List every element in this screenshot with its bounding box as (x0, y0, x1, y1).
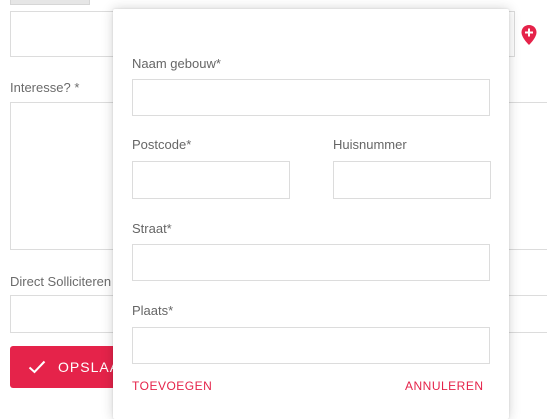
direct-input-right[interactable] (505, 295, 547, 333)
top-input[interactable] (10, 11, 120, 57)
map-marker-plus-icon[interactable] (520, 24, 538, 46)
add-button[interactable]: TOEVOEGEN (132, 379, 212, 393)
name-label: Naam gebouw* (132, 56, 221, 71)
street-label: Straat* (132, 221, 172, 236)
housenumber-input[interactable] (333, 161, 491, 199)
checkmark-icon (28, 360, 46, 374)
direct-label: Direct Solliciteren (10, 274, 112, 289)
place-input[interactable] (132, 327, 490, 364)
housenumber-label: Huisnummer (333, 137, 407, 152)
postcode-input[interactable] (132, 161, 290, 199)
street-input[interactable] (132, 244, 490, 281)
postcode-label: Postcode* (132, 137, 192, 152)
name-input[interactable] (132, 79, 490, 116)
address-modal: Naam gebouw* Postcode* Huisnummer Straat… (113, 9, 509, 419)
interest-textarea-right[interactable] (505, 102, 547, 250)
interest-textarea[interactable] (10, 102, 120, 250)
top-tab (10, 0, 90, 5)
cancel-button[interactable]: ANNULEREN (405, 379, 484, 393)
direct-input[interactable] (10, 295, 120, 333)
interest-label: Interesse? * (10, 80, 80, 95)
place-label: Plaats* (132, 303, 174, 318)
